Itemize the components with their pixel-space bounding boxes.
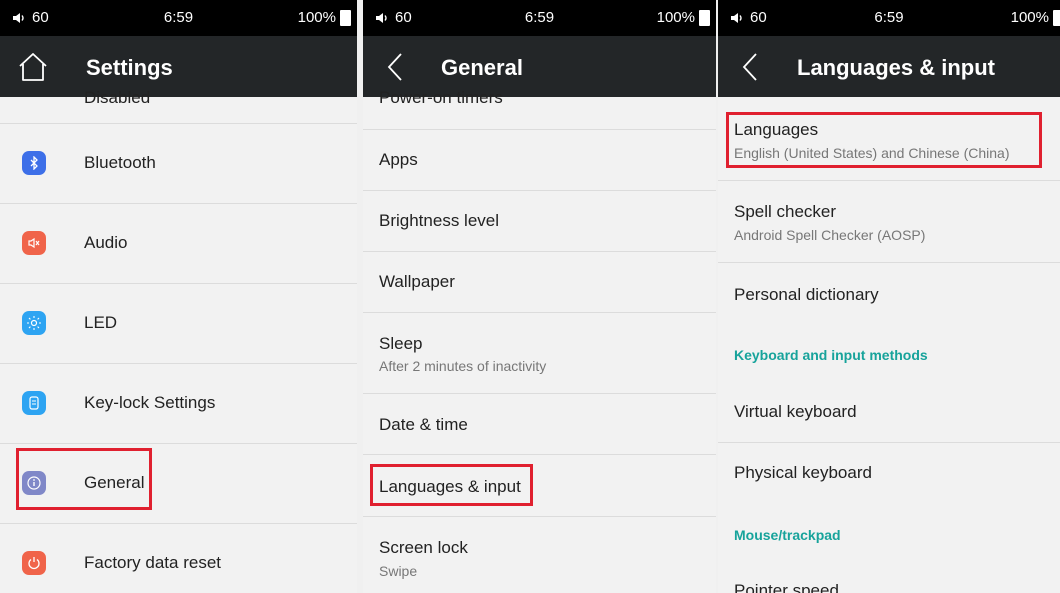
list-item-audio[interactable]: Audio: [0, 204, 357, 284]
list-item-key-lock-settings[interactable]: Key-lock Settings: [0, 364, 357, 444]
list-item-label: Pointer speed: [734, 581, 839, 593]
languages-input-list: Languages English (United States) and Ch…: [718, 97, 1060, 593]
back-icon[interactable]: [734, 50, 768, 84]
list-item-pointer-speed[interactable]: Pointer speed: [718, 575, 1060, 593]
app-bar: Settings: [0, 36, 357, 97]
list-item-subtitle: After 2 minutes of inactivity: [379, 358, 547, 374]
settings-screen: 60 6:59 100% Settings Disabled Bluetooth…: [0, 0, 357, 593]
list-item-virtual-keyboard[interactable]: Virtual keyboard: [718, 381, 1060, 443]
list-item-subtitle: Swipe: [379, 563, 418, 579]
list-item-spell-checker[interactable]: Spell checker Android Spell Checker (AOS…: [718, 181, 1060, 263]
app-bar: Languages & input: [718, 36, 1060, 97]
battery-level: 100%: [656, 9, 695, 26]
list-item-label: Brightness level: [379, 211, 500, 230]
section-header-mouse-trackpad: Mouse/trackpad: [734, 527, 841, 543]
list-item-label: Personal dictionary: [734, 285, 879, 304]
settings-list: Disabled Bluetooth Audio LED Key-lock Se…: [0, 88, 357, 593]
highlight-box: [726, 112, 1042, 168]
list-item-subtitle: Android Spell Checker (AOSP): [734, 227, 926, 243]
languages-input-screen: 60 6:59 100% Languages & input Languages…: [718, 0, 1060, 593]
screens-composite: 60 6:59 100% Settings Disabled Bluetooth…: [0, 0, 1060, 593]
status-bar: 60 6:59 100%: [363, 0, 716, 36]
list-item-bluetooth[interactable]: Bluetooth: [0, 124, 357, 204]
general-screen: 60 6:59 100% General Power-on timers App…: [363, 0, 716, 593]
battery-icon: [340, 9, 351, 26]
page-title: Settings: [86, 55, 173, 80]
list-item-label: Factory data reset: [84, 553, 222, 572]
status-bar: 60 6:59 100%: [718, 0, 1060, 36]
audio-icon: [22, 231, 46, 255]
list-item-label: Disabled: [84, 88, 151, 107]
battery-icon: [1053, 9, 1060, 26]
list-item-personal-dictionary[interactable]: Personal dictionary: [718, 263, 1060, 323]
list-item-brightness-level[interactable]: Brightness level: [363, 191, 716, 252]
home-icon[interactable]: [16, 50, 50, 84]
list-item-label: Sleep: [379, 334, 423, 353]
battery-icon: [699, 9, 710, 26]
list-item-led[interactable]: LED: [0, 284, 357, 364]
list-item-sleep[interactable]: Sleep After 2 minutes of inactivity: [363, 313, 716, 394]
page-title: Languages & input: [797, 55, 995, 80]
section-header-keyboard: Keyboard and input methods: [734, 347, 928, 363]
list-item-disabled[interactable]: Disabled: [0, 88, 357, 124]
clock: 6:59: [874, 9, 904, 26]
key-lock-icon: [22, 391, 46, 415]
list-item-factory-data-reset[interactable]: Factory data reset: [0, 524, 357, 593]
list-item-screen-lock[interactable]: Screen lock Swipe: [363, 517, 716, 593]
list-item-label: Audio: [84, 233, 128, 252]
led-icon: [22, 311, 46, 335]
list-item-wallpaper[interactable]: Wallpaper: [363, 252, 716, 313]
highlight-box: [16, 448, 152, 510]
page-title: General: [441, 55, 523, 80]
list-item-label: Power-on timers: [379, 88, 503, 107]
list-item-date-time[interactable]: Date & time: [363, 394, 716, 455]
battery-indicator: 100%: [1011, 9, 1060, 26]
list-item-label: Spell checker: [734, 202, 837, 221]
list-item-label: Screen lock: [379, 538, 468, 557]
bluetooth-icon: [22, 151, 46, 175]
general-list: Power-on timers Apps Brightness level Wa…: [363, 88, 716, 593]
list-item-label: Physical keyboard: [734, 463, 872, 482]
list-item-label: Date & time: [379, 415, 468, 434]
list-item-apps[interactable]: Apps: [363, 130, 716, 191]
battery-indicator: 100%: [657, 9, 710, 26]
battery-indicator: 100%: [298, 9, 351, 26]
list-item-label: LED: [84, 313, 118, 332]
list-item-physical-keyboard[interactable]: Physical keyboard: [718, 443, 1060, 503]
list-item-power-on-timers[interactable]: Power-on timers: [363, 88, 716, 130]
highlight-box: [370, 464, 533, 506]
back-icon[interactable]: [379, 50, 413, 84]
list-item-label: Key-lock Settings: [84, 393, 216, 412]
reset-icon: [22, 551, 46, 575]
list-item-label: Bluetooth: [84, 153, 156, 172]
list-item-label: Wallpaper: [379, 272, 455, 291]
battery-level: 100%: [297, 9, 336, 26]
status-bar: 60 6:59 100%: [0, 0, 357, 36]
battery-level: 100%: [1010, 9, 1049, 26]
list-item-label: Apps: [379, 150, 418, 169]
list-item-label: Virtual keyboard: [734, 402, 857, 421]
